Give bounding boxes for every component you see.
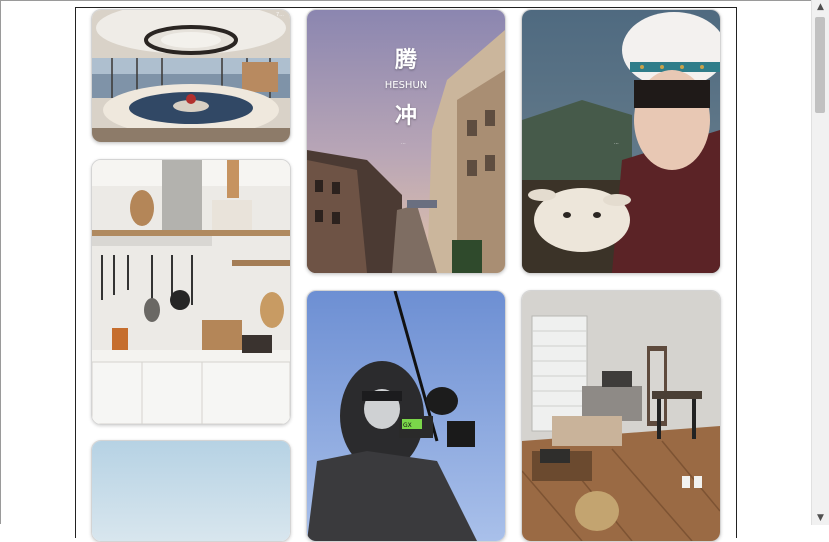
street-overlay-title-1: 腾 [394,47,417,73]
kitchen-card[interactable] [91,159,291,425]
street-overlay-title-3: 冲 [394,103,417,129]
bedroom-card[interactable] [521,290,721,542]
living-room-image [92,10,290,142]
sky-image [92,441,290,541]
living-room-card[interactable]: 7... [91,9,291,143]
bedroom-image [522,291,720,541]
fishing-image: GX [307,291,505,541]
watermark-text: ... [614,140,619,146]
fishing-card[interactable]: GX [306,290,506,542]
portrait-goat-card[interactable]: ... [521,9,721,274]
scroll-down-arrow[interactable]: ▼ [812,511,829,525]
portrait-goat-image [522,10,720,273]
masonry-grid: 7... 腾 HESHUN 冲 ... ... GX [75,7,737,542]
scroll-up-arrow[interactable]: ▲ [812,0,829,14]
watermark-text: 7... [276,12,284,18]
street-overlay-title-2: HESHUN [384,80,428,91]
svg-text:GX: GX [403,422,412,429]
sky-card[interactable] [91,440,291,542]
scroll-thumb[interactable] [815,17,825,113]
vertical-scrollbar[interactable]: ▲ ▼ [811,0,829,525]
street-card[interactable]: 腾 HESHUN 冲 ... [306,9,506,274]
kitchen-image [92,160,290,424]
watermark-text: ... [401,140,406,146]
